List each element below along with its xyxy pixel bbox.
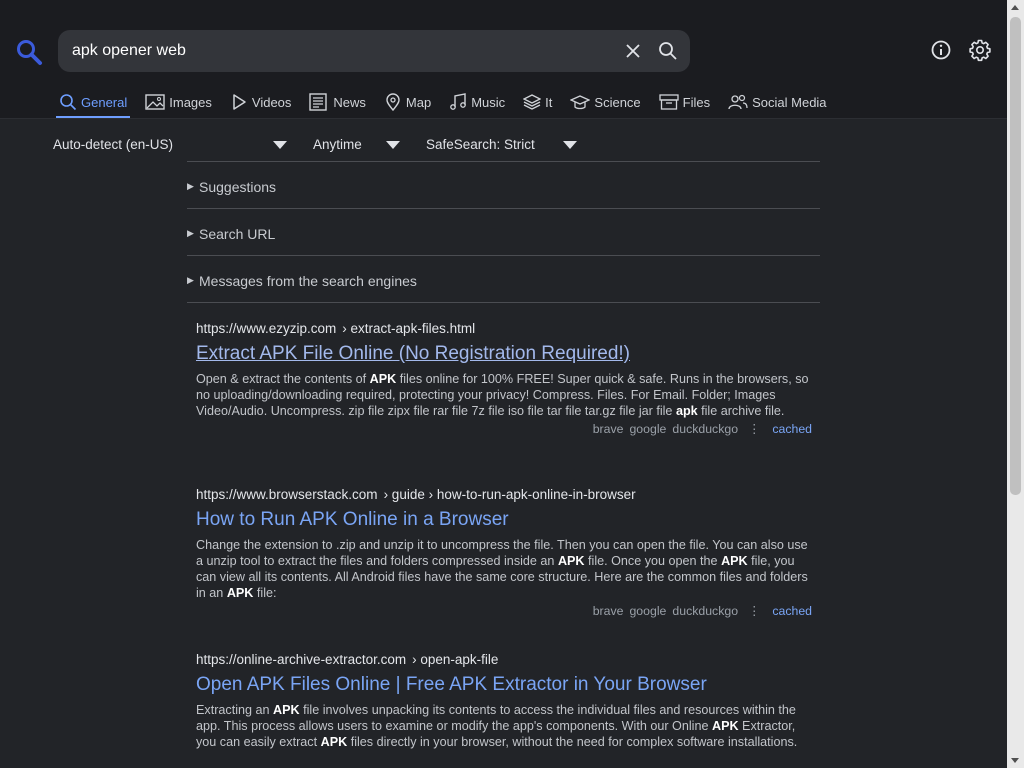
search-result: https://www.ezyzip.com › extract-apk-file… <box>196 321 816 436</box>
search-input[interactable] <box>72 30 612 72</box>
tab-label: Files <box>682 94 711 110</box>
result-title-link[interactable]: How to Run APK Online in a Browser <box>196 509 816 531</box>
result-url[interactable]: https://www.browserstack.com › guide › ho… <box>196 487 816 502</box>
engine-label: brave <box>592 604 624 618</box>
engine-label: duckduckgo <box>672 604 739 618</box>
category-tabs: General Images Videos News Map Music It <box>56 88 842 118</box>
cached-link[interactable]: cached <box>772 604 812 618</box>
time-range-value: Anytime <box>313 137 362 152</box>
result-path: › extract-apk-files.html <box>342 321 476 336</box>
triangle-right-icon: ▶ <box>187 275 194 285</box>
info-icon[interactable] <box>929 38 953 62</box>
cached-link[interactable]: cached <box>772 422 812 436</box>
chevron-down-icon <box>563 141 577 149</box>
layers-icon <box>523 94 542 110</box>
details-label: Suggestions <box>199 179 277 195</box>
result-url[interactable]: https://www.ezyzip.com › extract-apk-file… <box>196 321 816 336</box>
language-select[interactable]: Auto-detect (en-US) <box>53 136 287 154</box>
search-icon <box>659 42 677 60</box>
search-filters: Auto-detect (en-US) Anytime SafeSearch: … <box>0 136 1007 154</box>
close-icon <box>626 44 640 58</box>
searx-logo-icon[interactable] <box>15 38 43 66</box>
engine-label: google <box>629 422 667 436</box>
divider <box>187 302 820 303</box>
archive-icon <box>659 94 679 110</box>
suggestions-toggle[interactable]: ▶ Suggestions <box>187 161 820 208</box>
tab-music[interactable]: Music <box>446 88 508 116</box>
tab-label: Science <box>594 94 641 110</box>
tab-label: Music <box>471 94 506 110</box>
tab-label: General <box>81 94 128 110</box>
result-path: › guide › how-to-run-apk-online-in-brows… <box>383 487 636 502</box>
users-icon <box>728 94 748 110</box>
result-engines: brave google duckduckgo ⋮ cached <box>196 422 816 436</box>
result-domain: https://www.browserstack.com <box>196 487 378 502</box>
safesearch-value: SafeSearch: Strict <box>426 137 535 152</box>
clear-button[interactable] <box>621 39 645 63</box>
result-domain: https://www.ezyzip.com <box>196 321 337 336</box>
graduation-cap-icon <box>570 95 591 110</box>
result-engines: brave google duckduckgo ⋮ cached <box>196 604 816 618</box>
safesearch-select[interactable]: SafeSearch: Strict <box>426 136 577 154</box>
tab-label: Social Media <box>752 94 827 110</box>
tab-videos[interactable]: Videos <box>227 88 295 116</box>
scrollbar-thumb[interactable] <box>1010 17 1021 495</box>
header: General Images Videos News Map Music It <box>0 0 1007 119</box>
play-icon <box>233 94 246 110</box>
tab-label: Images <box>169 94 212 110</box>
search-box <box>58 30 690 72</box>
tab-label: News <box>333 94 366 110</box>
music-icon <box>450 93 467 110</box>
tab-images[interactable]: Images <box>142 88 215 116</box>
search-button[interactable] <box>656 39 680 63</box>
scrollbar[interactable] <box>1007 0 1024 768</box>
result-path: › open-apk-file <box>412 652 499 667</box>
result-title-link[interactable]: Extract APK File Online (No Registration… <box>196 343 816 365</box>
scroll-up-arrow-icon[interactable] <box>1011 5 1019 10</box>
tab-social-media[interactable]: Social Media <box>725 88 829 116</box>
result-snippet: Change the extension to .zip and unzip i… <box>196 538 808 600</box>
tab-files[interactable]: Files <box>656 88 713 116</box>
search-result: https://www.browserstack.com › guide › ho… <box>196 487 816 618</box>
chevron-down-icon <box>386 141 400 149</box>
gear-icon[interactable] <box>968 38 992 62</box>
engine-label: brave <box>592 422 624 436</box>
result-snippet: Extracting an APK file involves unpackin… <box>196 703 798 749</box>
separator-dots: ⋮ <box>748 422 761 436</box>
tab-label: Map <box>405 94 432 110</box>
search-icon <box>60 94 77 111</box>
tab-map[interactable]: Map <box>381 88 434 116</box>
triangle-right-icon: ▶ <box>187 228 194 238</box>
details-label: Search URL <box>199 226 276 242</box>
separator-dots: ⋮ <box>748 604 761 618</box>
result-url[interactable]: https://online-archive-extractor.com › op… <box>196 652 816 667</box>
engine-label: google <box>629 604 667 618</box>
chevron-down-icon <box>273 141 287 149</box>
triangle-right-icon: ▶ <box>187 181 194 191</box>
scroll-down-arrow-icon[interactable] <box>1011 758 1019 763</box>
tab-it[interactable]: It <box>520 88 555 116</box>
engine-label: duckduckgo <box>672 422 739 436</box>
image-icon <box>145 94 165 110</box>
language-value: Auto-detect (en-US) <box>53 137 174 152</box>
time-range-select[interactable]: Anytime <box>313 136 400 154</box>
details-label: Messages from the search engines <box>199 273 417 289</box>
search-url-toggle[interactable]: ▶ Search URL <box>187 208 820 255</box>
tab-general[interactable]: General <box>56 88 131 118</box>
newspaper-icon <box>309 93 328 111</box>
map-pin-icon <box>386 93 400 111</box>
engine-messages-toggle[interactable]: ▶ Messages from the search engines <box>187 255 820 302</box>
tab-label: It <box>545 94 553 110</box>
result-domain: https://online-archive-extractor.com <box>196 652 407 667</box>
tab-science[interactable]: Science <box>567 88 643 116</box>
search-result: https://online-archive-extractor.com › op… <box>196 652 816 750</box>
result-snippet: Open & extract the contents of APK files… <box>196 372 809 418</box>
tab-label: Videos <box>251 94 292 110</box>
tab-news[interactable]: News <box>306 88 369 116</box>
result-title-link[interactable]: Open APK Files Online | Free APK Extract… <box>196 674 816 696</box>
